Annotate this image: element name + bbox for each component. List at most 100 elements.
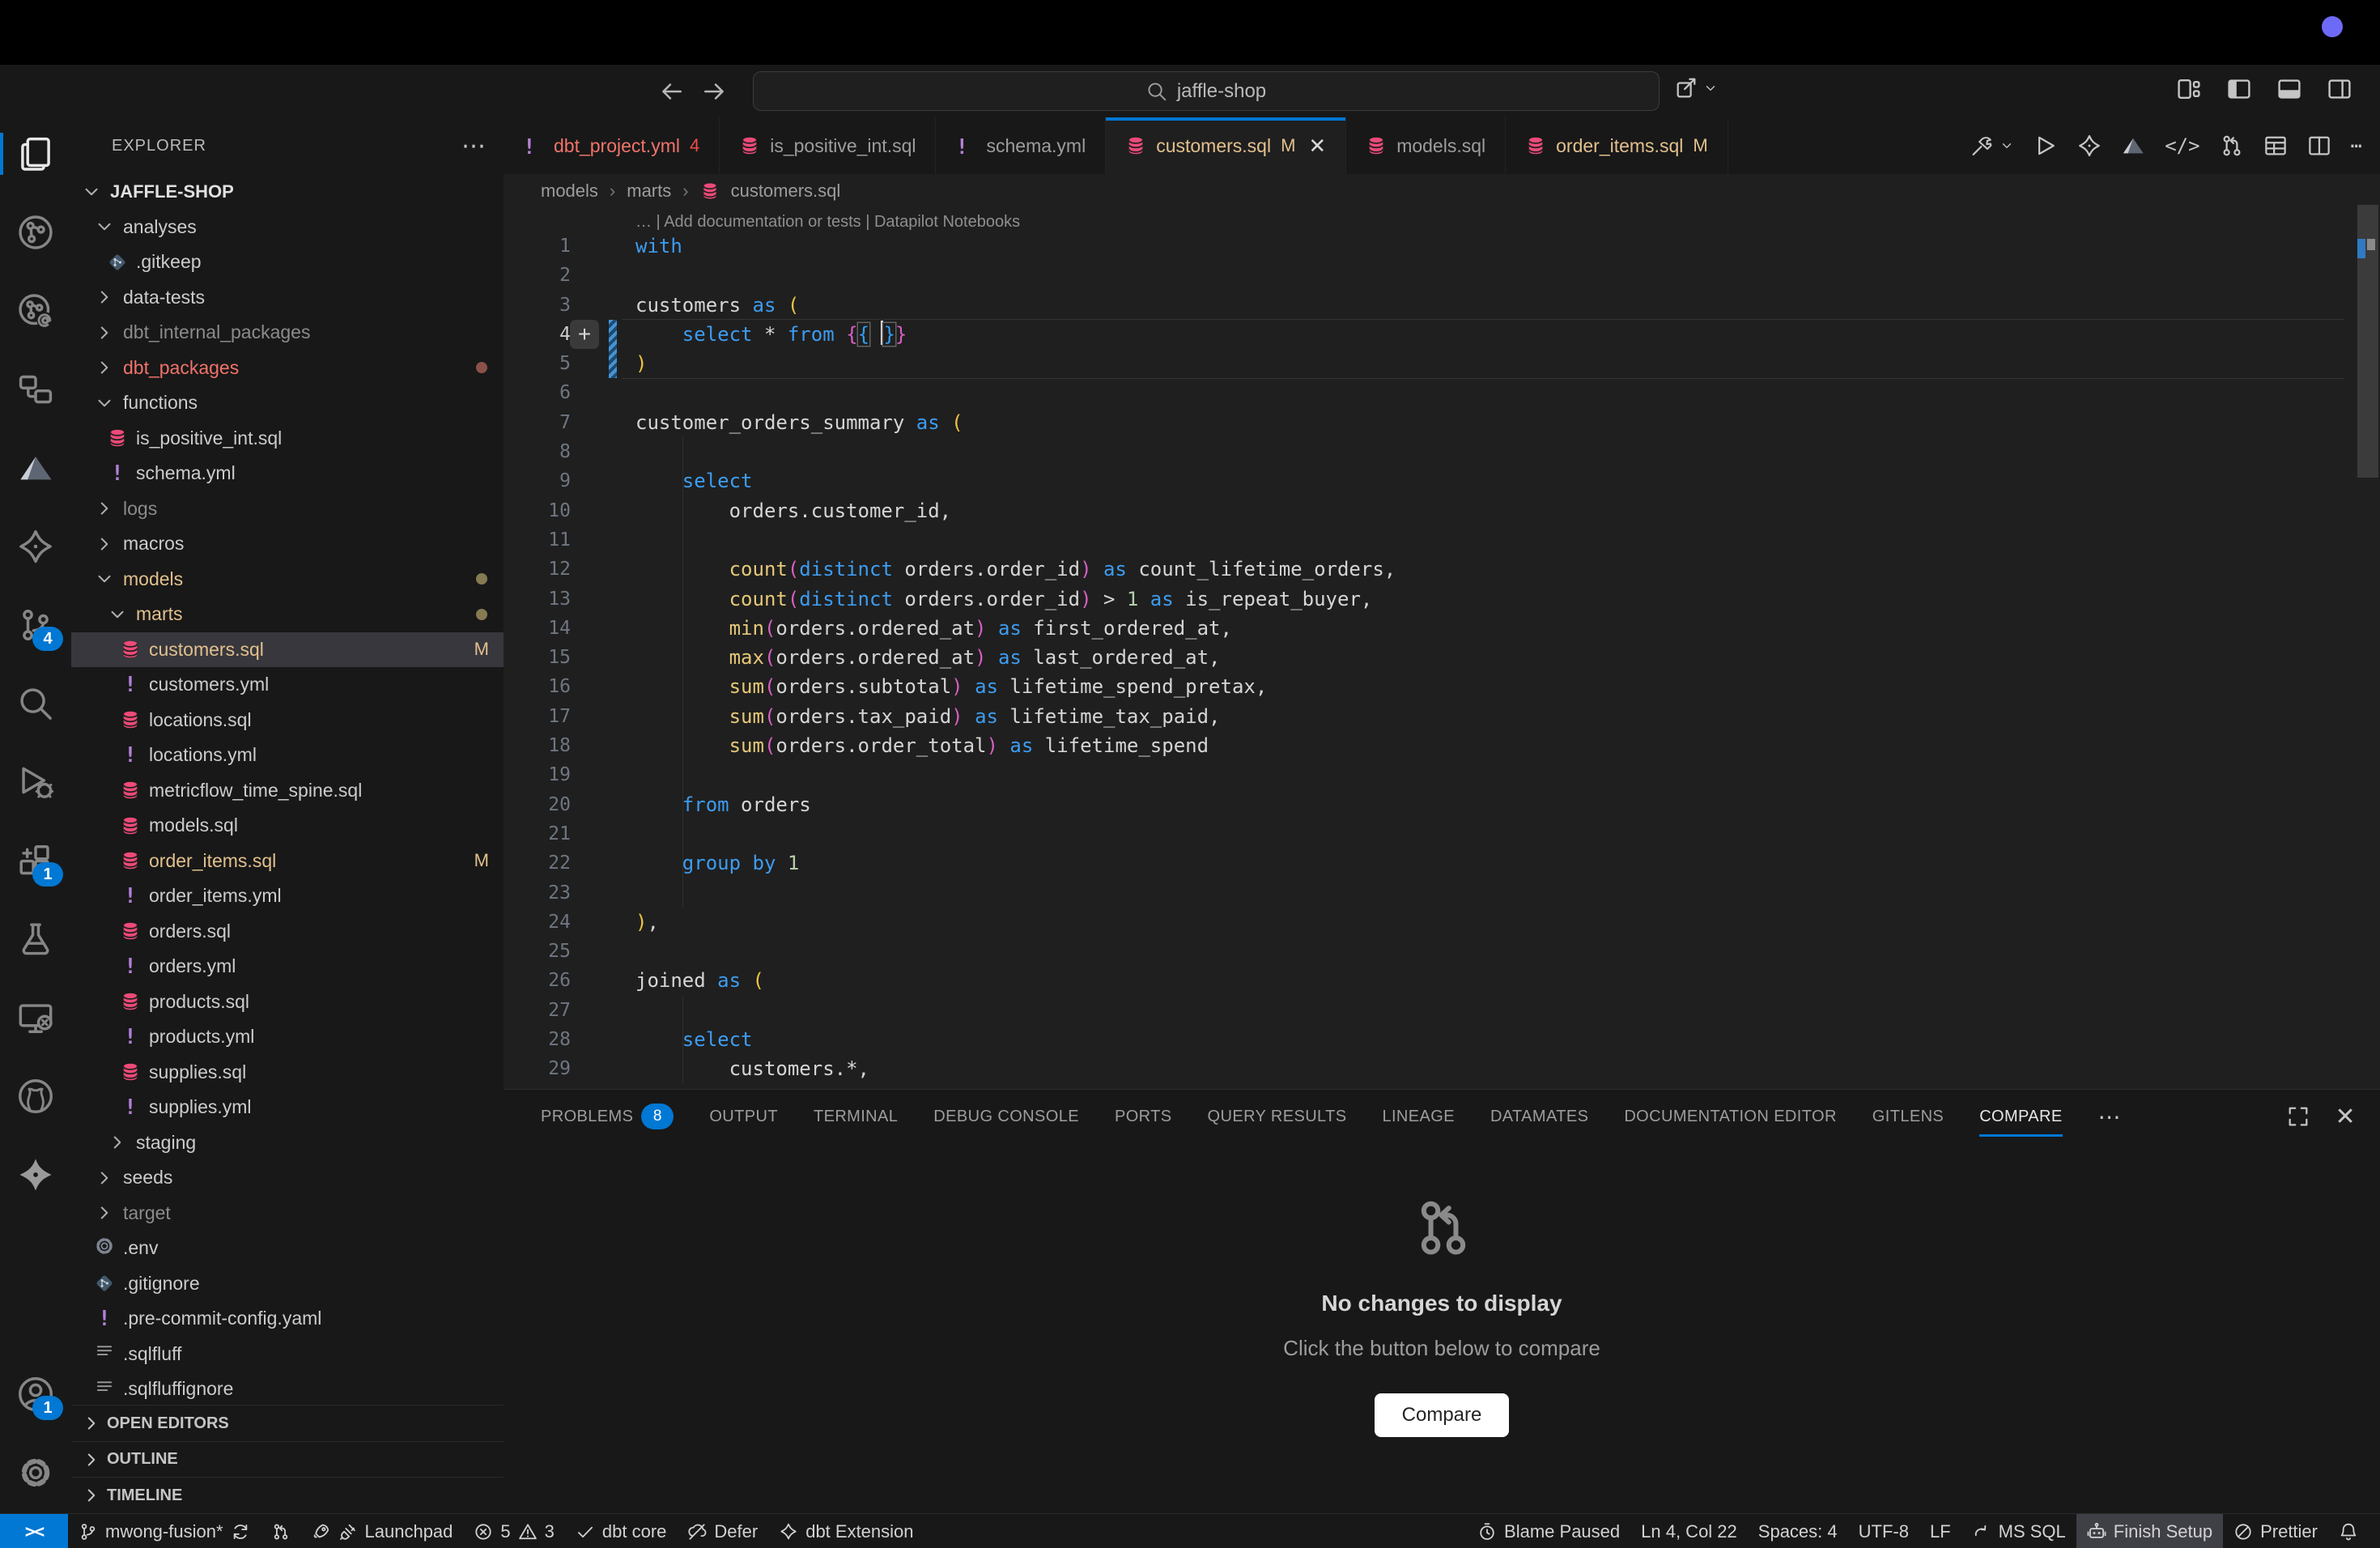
pull-request-icon[interactable] bbox=[2220, 134, 2244, 158]
activity-item-extensions-icon[interactable]: 1 bbox=[0, 825, 71, 896]
breadcrumb-item[interactable]: models bbox=[541, 181, 598, 202]
editor-tab-order-items-sql[interactable]: order_items.sqlM bbox=[1506, 117, 1728, 174]
panel-tab-debug-console[interactable]: DEBUG CONSOLE bbox=[933, 1090, 1079, 1143]
tree-item-data-tests[interactable]: data-tests bbox=[71, 280, 504, 316]
status-item-language-mode[interactable]: MS SQL bbox=[1961, 1514, 2076, 1548]
tree-item-models-sql[interactable]: models.sql bbox=[71, 808, 504, 844]
build-tools-icon[interactable] bbox=[1969, 134, 1993, 158]
activity-item-accounts-icon[interactable]: 1 bbox=[0, 1359, 71, 1430]
tree-item-order-items-yml[interactable]: !order_items.yml bbox=[71, 878, 504, 914]
activity-item-dbt-power-user-icon[interactable] bbox=[0, 511, 71, 582]
panel-tab-documentation-editor[interactable]: DOCUMENTATION EDITOR bbox=[1624, 1090, 1836, 1143]
activity-item-run-and-debug-icon[interactable] bbox=[0, 746, 71, 818]
code-line-2[interactable]: 2 bbox=[504, 261, 2380, 290]
code-line-23[interactable]: 23 bbox=[504, 878, 2380, 908]
activity-item-testing-icon[interactable] bbox=[0, 904, 71, 975]
search-input[interactable]: jaffle-shop bbox=[753, 71, 1660, 111]
editor-tab-models-sql[interactable]: models.sql bbox=[1346, 117, 1506, 174]
split-editor-icon[interactable] bbox=[2307, 134, 2331, 158]
code-line-7[interactable]: 7customer_orders_summary as ( bbox=[504, 408, 2380, 437]
breadcrumb[interactable]: models›marts›customers.sql bbox=[504, 174, 2380, 208]
panel-tab-lineage[interactable]: LINEAGE bbox=[1382, 1090, 1455, 1143]
panel-tab-query-results[interactable]: QUERY RESULTS bbox=[1208, 1090, 1347, 1143]
code-line-5[interactable]: 5) bbox=[504, 349, 2380, 378]
open-code-icon[interactable]: </> bbox=[2165, 134, 2199, 157]
tree-item-is-positive-int-sql[interactable]: is_positive_int.sql bbox=[71, 421, 504, 457]
code-line-19[interactable]: 19 bbox=[504, 760, 2380, 789]
activity-item-search-icon[interactable] bbox=[0, 668, 71, 739]
tree-item-macros[interactable]: macros bbox=[71, 526, 504, 562]
run-icon[interactable] bbox=[2034, 134, 2058, 158]
panel-tab-problems[interactable]: PROBLEMS8 bbox=[541, 1090, 674, 1143]
code-line-6[interactable]: 6 bbox=[504, 378, 2380, 407]
activity-item-explorer-icon[interactable] bbox=[0, 118, 71, 189]
gutter-add-button[interactable]: + bbox=[570, 320, 599, 349]
tree-item-supplies-yml[interactable]: !supplies.yml bbox=[71, 1090, 504, 1125]
code-line-28[interactable]: 28 select bbox=[504, 1025, 2380, 1054]
code-line-21[interactable]: 21 bbox=[504, 819, 2380, 848]
code-line-18[interactable]: 18 sum(orders.order_total) as lifetime_s… bbox=[504, 731, 2380, 760]
tree-item-products-yml[interactable]: !products.yml bbox=[71, 1019, 504, 1055]
status-item-cursor-position[interactable]: Ln 4, Col 22 bbox=[1630, 1514, 1748, 1548]
code-line-16[interactable]: 16 sum(orders.subtotal) as lifetime_spen… bbox=[504, 672, 2380, 701]
tree-item-orders-yml[interactable]: !orders.yml bbox=[71, 949, 504, 985]
activity-item-dbt-icon[interactable] bbox=[0, 1139, 71, 1210]
activity-item-source-control-graph-icon[interactable] bbox=[0, 197, 71, 268]
status-item-encoding[interactable]: UTF-8 bbox=[1848, 1514, 1919, 1548]
tree-item-metricflow-time-spine-sql[interactable]: metricflow_time_spine.sql bbox=[71, 773, 504, 809]
code-line-13[interactable]: 13 count(distinct orders.order_id) > 1 a… bbox=[504, 585, 2380, 614]
tree-item-locations-yml[interactable]: !locations.yml bbox=[71, 738, 504, 773]
status-item-remote[interactable]: >< bbox=[0, 1514, 68, 1548]
tree-item-analyses[interactable]: analyses bbox=[71, 210, 504, 245]
sidebar-section-outline[interactable]: OUTLINE bbox=[71, 1441, 504, 1478]
tree-item-staging[interactable]: staging bbox=[71, 1125, 504, 1161]
toggle-secondary-sidebar-icon[interactable] bbox=[2327, 76, 2352, 102]
dbt-run-icon[interactable] bbox=[2077, 134, 2102, 158]
code-line-14[interactable]: 14 min(orders.ordered_at) as first_order… bbox=[504, 614, 2380, 643]
activity-item-dbt-project-health-icon[interactable] bbox=[0, 275, 71, 347]
code-line-10[interactable]: 10 orders.customer_id, bbox=[504, 496, 2380, 525]
toggle-sidebar-icon[interactable] bbox=[2226, 76, 2252, 102]
breadcrumb-file[interactable]: customers.sql bbox=[731, 181, 841, 202]
tree-item-orders-sql[interactable]: orders.sql bbox=[71, 914, 504, 950]
status-item-launchpad[interactable]: Launchpad bbox=[301, 1514, 464, 1548]
close-panel-icon[interactable]: ✕ bbox=[2335, 1103, 2356, 1131]
panel-tab-output[interactable]: OUTPUT bbox=[709, 1090, 778, 1143]
editor-tab-is-positive-int-sql[interactable]: is_positive_int.sql bbox=[720, 117, 936, 174]
status-item-dbt-core[interactable]: dbt core bbox=[565, 1514, 678, 1548]
tree-item-schema-yml[interactable]: !schema.yml bbox=[71, 456, 504, 491]
panel-tab-datamates[interactable]: DATAMATES bbox=[1490, 1090, 1588, 1143]
panel-tab-ports[interactable]: PORTS bbox=[1115, 1090, 1172, 1143]
activity-item-source-control-icon[interactable]: 4 bbox=[0, 589, 71, 661]
tree-item-supplies-sql[interactable]: supplies.sql bbox=[71, 1055, 504, 1091]
code-line-9[interactable]: 9 select bbox=[504, 466, 2380, 495]
code-line-12[interactable]: 12 count(distinct orders.order_id) as co… bbox=[504, 555, 2380, 584]
activity-item-manage-icon[interactable] bbox=[0, 1437, 71, 1508]
panel-more-tabs-icon[interactable]: ⋯ bbox=[2098, 1104, 2121, 1130]
chevron-down-icon[interactable] bbox=[2000, 138, 2014, 153]
tree-item-customers-sql[interactable]: customers.sqlM bbox=[71, 632, 504, 668]
tree-item-dbt-packages[interactable]: dbt_packages bbox=[71, 351, 504, 386]
code-line-20[interactable]: 20 from orders bbox=[504, 790, 2380, 819]
close-icon[interactable]: ✕ bbox=[1308, 134, 1326, 159]
panel-tab-compare[interactable]: COMPARE bbox=[1979, 1090, 2062, 1143]
activity-item-lineage-icon[interactable] bbox=[0, 354, 71, 425]
tree-item-sqlfluffignore[interactable]: .sqlfluffignore bbox=[71, 1372, 504, 1407]
datapilot-icon[interactable] bbox=[2121, 134, 2145, 158]
explorer-more-actions-icon[interactable]: ⋯ bbox=[461, 132, 486, 160]
tree-item-sqlfluff[interactable]: .sqlfluff bbox=[71, 1337, 504, 1372]
tree-item-env[interactable]: .env bbox=[71, 1231, 504, 1266]
status-item-prettier[interactable]: Prettier bbox=[2223, 1514, 2328, 1548]
status-item-blame[interactable]: Blame Paused bbox=[1467, 1514, 1630, 1548]
status-item-notifications[interactable] bbox=[2328, 1514, 2369, 1548]
code-line-4[interactable]: 4 select * from {{ }} bbox=[504, 320, 2380, 349]
code-line-1[interactable]: 1with bbox=[504, 232, 2380, 261]
code-line-11[interactable]: 11 bbox=[504, 525, 2380, 555]
tree-item-logs[interactable]: logs bbox=[71, 491, 504, 527]
tree-item-products-sql[interactable]: products.sql bbox=[71, 985, 504, 1020]
tree-item-target[interactable]: target bbox=[71, 1196, 504, 1231]
activity-item-github-icon[interactable] bbox=[0, 1061, 71, 1132]
tree-item-gitignore[interactable]: .gitignore bbox=[71, 1266, 504, 1302]
panel-tab-gitlens[interactable]: GITLENS bbox=[1872, 1090, 1944, 1143]
query-results-icon[interactable] bbox=[2263, 134, 2288, 158]
